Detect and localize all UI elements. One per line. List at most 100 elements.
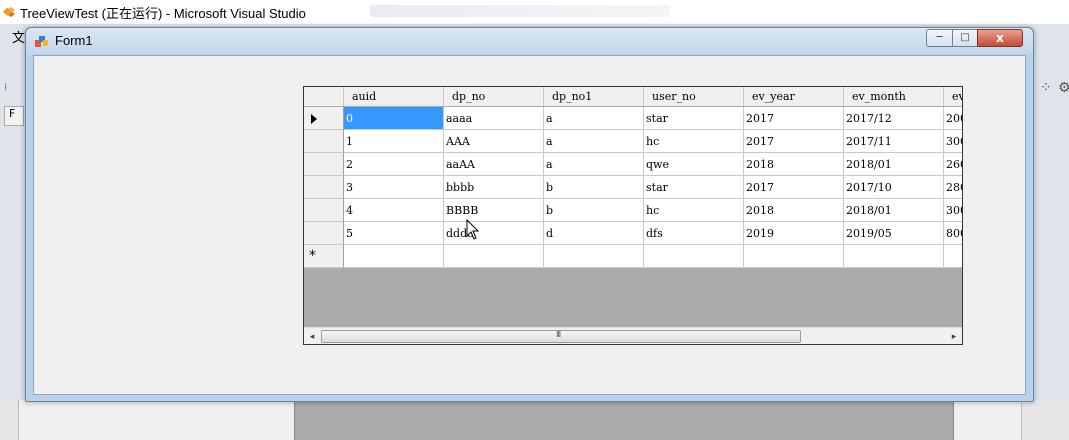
minimize-button[interactable]: ─ [926, 29, 953, 47]
grid-cell[interactable]: a [544, 130, 644, 153]
grid-cell[interactable]: 4 [344, 199, 444, 222]
vs-designer-margin-left [18, 400, 294, 440]
grid-cell[interactable]: aaaa [444, 107, 544, 130]
grid-cell[interactable]: hc [644, 130, 744, 153]
grid-cell[interactable]: 2017 [744, 176, 844, 199]
grid-cell[interactable]: bbbb [444, 176, 544, 199]
grid-cell[interactable]: aaAA [444, 153, 544, 176]
table-row[interactable]: 3bbbbbstar20172017/10280 [304, 176, 962, 199]
grid-cell[interactable]: 2 [344, 153, 444, 176]
column-header-3[interactable]: user_no [644, 87, 744, 106]
grid-cell[interactable]: b [544, 176, 644, 199]
grid-cell[interactable]: 2019 [744, 222, 844, 245]
row-header[interactable] [304, 199, 344, 222]
form1-window: Form1 ─ □ x auid dp_no dp_no1 user_no ev_yea… [25, 27, 1034, 402]
vs-menu-file[interactable]: 文 [12, 27, 25, 46]
form-app-icon [35, 36, 48, 47]
vs-title-overlay [370, 5, 670, 17]
column-header-0[interactable]: auid [344, 87, 444, 106]
table-row[interactable]: 5ddddddfs20192019/05800 [304, 222, 962, 245]
grid-cell[interactable]: 2017/10 [844, 176, 944, 199]
vs-titlebar: TreeViewTest (正在运行) - Microsoft Visual S… [0, 0, 1069, 24]
grid-cell[interactable]: b [544, 199, 644, 222]
grid-cell[interactable]: 2018 [744, 153, 844, 176]
tools-icon[interactable]: ⁘ [1040, 80, 1052, 96]
grid-cell[interactable]: star [644, 107, 744, 130]
grid-cell[interactable]: 2018/01 [844, 153, 944, 176]
current-row-arrow-icon [311, 114, 317, 124]
grid-cell[interactable]: 2017 [744, 107, 844, 130]
horizontal-scrollbar[interactable]: ◂ III ▸ [304, 327, 962, 344]
column-header-6[interactable]: ev [944, 87, 962, 106]
new-row[interactable]: * [304, 245, 962, 268]
form1-client-area: auiddp_nodp_no1user_noev_yearev_monthev … [33, 55, 1026, 395]
scrollbar-grip-icon: III [556, 330, 561, 339]
vs-window-title: TreeViewTest (正在运行) - Microsoft Visual S… [20, 6, 306, 21]
maximize-button[interactable]: □ [952, 29, 978, 47]
scroll-right-arrow-icon[interactable]: ▸ [948, 331, 960, 343]
grid-cell[interactable] [744, 245, 844, 268]
grid-cell[interactable] [644, 245, 744, 268]
grid-cell[interactable]: 1 [344, 130, 444, 153]
grid-cell[interactable]: 2017/11 [844, 130, 944, 153]
grid-cell[interactable]: dddd [444, 222, 544, 245]
grid-cell[interactable]: qwe [644, 153, 744, 176]
grid-cell[interactable]: d [544, 222, 644, 245]
close-button[interactable]: x [977, 29, 1023, 47]
column-header-4[interactable]: ev_year [744, 87, 844, 106]
grid-header-row: auiddp_nodp_no1user_noev_yearev_monthev [304, 87, 962, 106]
scrollbar-thumb[interactable]: III [321, 330, 801, 343]
column-header-5[interactable]: ev_month [844, 87, 944, 106]
vs-designer-margin-right [954, 400, 1022, 440]
grid-corner-header[interactable] [304, 87, 344, 106]
grid-cell[interactable]: hc [644, 199, 744, 222]
grid-cell[interactable]: 2017/12 [844, 107, 944, 130]
grid-cell[interactable]: 200 [944, 107, 962, 130]
grid-cell[interactable]: a [544, 107, 644, 130]
grid-cell[interactable]: a [544, 153, 644, 176]
vs-document-tab[interactable]: F [4, 106, 24, 126]
grid-cell[interactable]: 0 [344, 107, 444, 130]
grid-cell[interactable] [844, 245, 944, 268]
data-grid-view[interactable]: auiddp_nodp_no1user_noev_yearev_monthev … [303, 86, 963, 345]
grid-cell[interactable]: 2018 [744, 199, 844, 222]
grid-cell[interactable] [344, 245, 444, 268]
row-header[interactable] [304, 130, 344, 153]
grid-cell[interactable] [944, 245, 962, 268]
grid-cell[interactable]: 260 [944, 153, 962, 176]
table-row[interactable]: 2aaAAaqwe20182018/01260 [304, 153, 962, 176]
column-header-2[interactable]: dp_no1 [544, 87, 644, 106]
grid-cell[interactable]: 2018/01 [844, 199, 944, 222]
row-header[interactable] [304, 107, 344, 130]
form1-title: Form1 [55, 33, 93, 48]
grid-cell[interactable]: 280 [944, 176, 962, 199]
grid-cell[interactable]: 5 [344, 222, 444, 245]
vs-designer-surface [294, 402, 954, 440]
grid-cell[interactable]: 3 [344, 176, 444, 199]
table-row[interactable]: 4BBBBbhc20182018/01300 [304, 199, 962, 222]
new-row-asterisk-icon: * [309, 248, 316, 264]
grid-cell[interactable]: 2017 [744, 130, 844, 153]
grid-cell[interactable]: star [644, 176, 744, 199]
scroll-left-arrow-icon[interactable]: ◂ [306, 331, 318, 343]
mouse-pointer-icon [466, 219, 480, 240]
form1-titlebar[interactable]: Form1 ─ □ x [26, 28, 1033, 54]
gear-icon[interactable]: ⚙ [1058, 80, 1069, 96]
table-row[interactable]: 0aaaaastar20172017/12200 [304, 107, 962, 130]
row-header[interactable] [304, 222, 344, 245]
row-header[interactable] [304, 153, 344, 176]
grid-cell[interactable]: dfs [644, 222, 744, 245]
grid-cell[interactable] [444, 245, 544, 268]
grid-cell[interactable]: BBBB [444, 199, 544, 222]
row-header[interactable]: * [304, 245, 344, 268]
grid-cell[interactable]: 2019/05 [844, 222, 944, 245]
grid-cell[interactable] [544, 245, 644, 268]
table-row[interactable]: 1AAAahc20172017/11300 [304, 130, 962, 153]
grid-cell[interactable]: 300 [944, 130, 962, 153]
vs-toolbar-grip: ⁞ [4, 82, 8, 93]
grid-cell[interactable]: 800 [944, 222, 962, 245]
grid-cell[interactable]: 300 [944, 199, 962, 222]
row-header[interactable] [304, 176, 344, 199]
column-header-1[interactable]: dp_no [444, 87, 544, 106]
grid-cell[interactable]: AAA [444, 130, 544, 153]
